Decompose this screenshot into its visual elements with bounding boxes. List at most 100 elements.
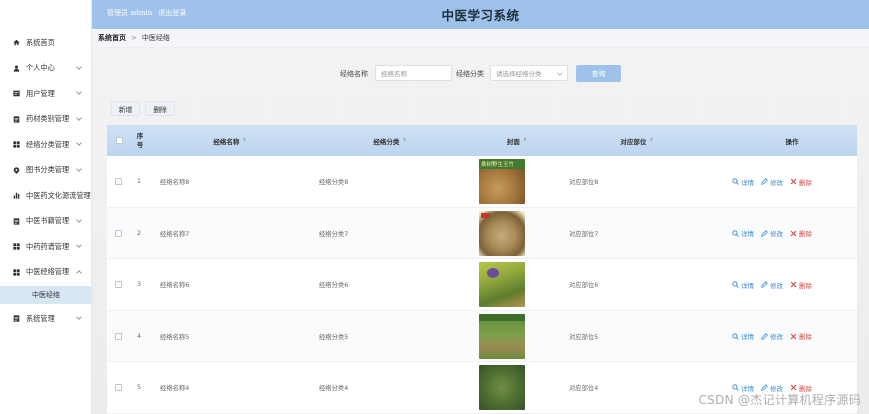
- delete-label: 删除: [799, 281, 812, 290]
- meridian-category-select[interactable]: 请选择经络分类: [490, 65, 568, 81]
- row-cover-cell: [479, 311, 525, 362]
- row-checkbox-cell: [115, 362, 122, 413]
- edit-button[interactable]: 修改: [761, 228, 783, 238]
- row-checkbox-cell: [115, 208, 122, 259]
- cover-image: [479, 210, 525, 256]
- sidebar-item-herb-category-management[interactable]: 药材类别管理: [0, 107, 91, 133]
- edit-button[interactable]: 修改: [761, 177, 783, 187]
- meridian-category-placeholder: 请选择经络分类: [496, 70, 542, 78]
- sidebar-item-home[interactable]: 系统首页: [0, 30, 91, 56]
- sidebar-item-meridian-management[interactable]: 中医经络管理: [0, 260, 91, 286]
- row-name: 经络名称6: [160, 282, 190, 289]
- detail-label: 详情: [741, 333, 754, 341]
- sidebar-item-label: 中医经络管理: [26, 267, 70, 277]
- row-index: 1: [137, 178, 142, 185]
- name-header[interactable]: 经络名称 ⬍: [195, 125, 265, 156]
- cover-image: [479, 365, 525, 410]
- category-header[interactable]: 经络分类 ⬍: [355, 125, 425, 156]
- sidebar-item-tcm-culture-management[interactable]: 中医药文化源流管理: [0, 183, 91, 209]
- cover-header-label: 封面: [506, 137, 520, 146]
- row-checkbox[interactable]: [115, 384, 122, 391]
- delete-label: 删除: [799, 333, 812, 341]
- pencil-icon: [761, 332, 768, 340]
- delete-row-button[interactable]: 删除: [790, 177, 812, 187]
- meridian-table: 序 号 经络名称⬍ 经络分类⬍ 封面⬍ 对应部位⬍ 操作 1 经络名称8: [107, 125, 857, 414]
- sidebar-item-label: 中医书籍管理: [26, 216, 70, 226]
- index-header: 序 号: [133, 125, 147, 156]
- chevron-down-icon: [76, 114, 82, 121]
- close-icon: [790, 281, 797, 288]
- row-part: 对应部位5: [569, 333, 599, 341]
- breadcrumb-home[interactable]: 系统首页: [98, 33, 126, 43]
- detail-label: 详情: [741, 230, 754, 238]
- row-part: 对应部位4: [569, 385, 599, 392]
- bar-chart-icon: [13, 192, 20, 199]
- sidebar-item-meridian-category-management[interactable]: 经络分类管理: [0, 132, 91, 158]
- actions-header-label: 操作: [785, 137, 799, 146]
- edit-label: 修改: [770, 178, 783, 187]
- sidebar-item-label: 系统首页: [26, 37, 55, 47]
- pencil-icon: [761, 229, 768, 237]
- detail-button[interactable]: 详情: [732, 228, 754, 238]
- delete-row-button[interactable]: 删除: [790, 228, 812, 238]
- row-checkbox-cell: [115, 156, 122, 207]
- chevron-down-icon: [556, 70, 562, 76]
- close-icon: [790, 384, 797, 391]
- row-checkbox[interactable]: [115, 229, 122, 237]
- query-button[interactable]: 查询: [576, 65, 621, 82]
- delete-button[interactable]: 删除: [145, 101, 175, 116]
- edit-button[interactable]: 修改: [761, 331, 783, 341]
- cover-image: 桑树野生玉竹: [479, 159, 525, 204]
- row-actions: 详情 修改 删除: [732, 259, 819, 310]
- sidebar-subitem-meridian[interactable]: 中医经络: [0, 286, 91, 304]
- chevron-down-icon: [76, 314, 82, 320]
- delete-row-button[interactable]: 删除: [790, 280, 812, 290]
- delete-label: 删除: [799, 178, 812, 187]
- select-all-checkbox[interactable]: [115, 137, 123, 144]
- sidebar-item-tcm-book-management[interactable]: 中医书籍管理: [0, 209, 91, 235]
- detail-button[interactable]: 详情: [732, 331, 754, 341]
- sidebar-item-book-category-management[interactable]: 图书分类管理: [0, 158, 91, 184]
- meridian-category-label: 经络分类: [456, 70, 484, 78]
- sidebar-item-label: 中医药文化源流管理: [26, 190, 91, 200]
- row-category: 经络分类6: [319, 282, 349, 289]
- sidebar-item-system-management[interactable]: 系统管理: [0, 306, 91, 332]
- meridian-name-input[interactable]: 经络名称: [375, 65, 452, 81]
- chevron-down-icon: [76, 216, 82, 223]
- detail-button[interactable]: 详情: [732, 280, 754, 290]
- sort-icon: ⬍: [402, 137, 407, 143]
- add-button[interactable]: 新增: [111, 101, 140, 116]
- row-part: 对应部位8: [569, 179, 599, 186]
- sidebar-item-herb-recipe-management[interactable]: 中药药谱管理: [0, 234, 91, 260]
- sidebar-item-personal-center[interactable]: 个人中心: [0, 56, 91, 82]
- detail-button[interactable]: 详情: [732, 177, 754, 187]
- person-icon: [13, 65, 20, 72]
- select-all-cell: [112, 125, 126, 156]
- row-cover-cell: [479, 362, 525, 413]
- sidebar-item-label: 药材类别管理: [26, 114, 70, 124]
- row-checkbox[interactable]: [115, 332, 122, 340]
- breadcrumb: 系统首页 > 中医经络: [92, 29, 869, 48]
- sidebar-item-user-management[interactable]: 用户管理: [0, 81, 91, 107]
- name-header-label: 经络名称: [213, 137, 240, 146]
- edit-label: 修改: [770, 333, 783, 341]
- table-row: 1 经络名称8 经络分类8 桑树野生玉竹 对应部位8 详情 修改 删除: [107, 156, 857, 208]
- row-checkbox[interactable]: [115, 178, 122, 185]
- edit-button[interactable]: 修改: [761, 280, 783, 290]
- delete-row-button[interactable]: 删除: [790, 331, 812, 341]
- part-header[interactable]: 对应部位 ⬍: [607, 125, 667, 156]
- row-checkbox[interactable]: [115, 281, 122, 288]
- close-icon: [790, 178, 797, 185]
- sidebar-item-label: 图书分类管理: [26, 165, 70, 175]
- row-actions: 详情 修改 删除: [732, 156, 819, 207]
- chevron-up-icon: [76, 269, 82, 276]
- search-icon: [732, 229, 739, 237]
- home-icon: [13, 39, 20, 46]
- row-index: 4: [137, 332, 142, 340]
- document-icon: [13, 315, 20, 322]
- row-part: 对应部位7: [569, 230, 599, 238]
- row-cover-cell: [479, 208, 525, 259]
- delete-label: 删除: [799, 230, 812, 238]
- cover-header[interactable]: 封面 ⬍: [487, 125, 547, 156]
- category-header-label: 经络分类: [373, 137, 400, 146]
